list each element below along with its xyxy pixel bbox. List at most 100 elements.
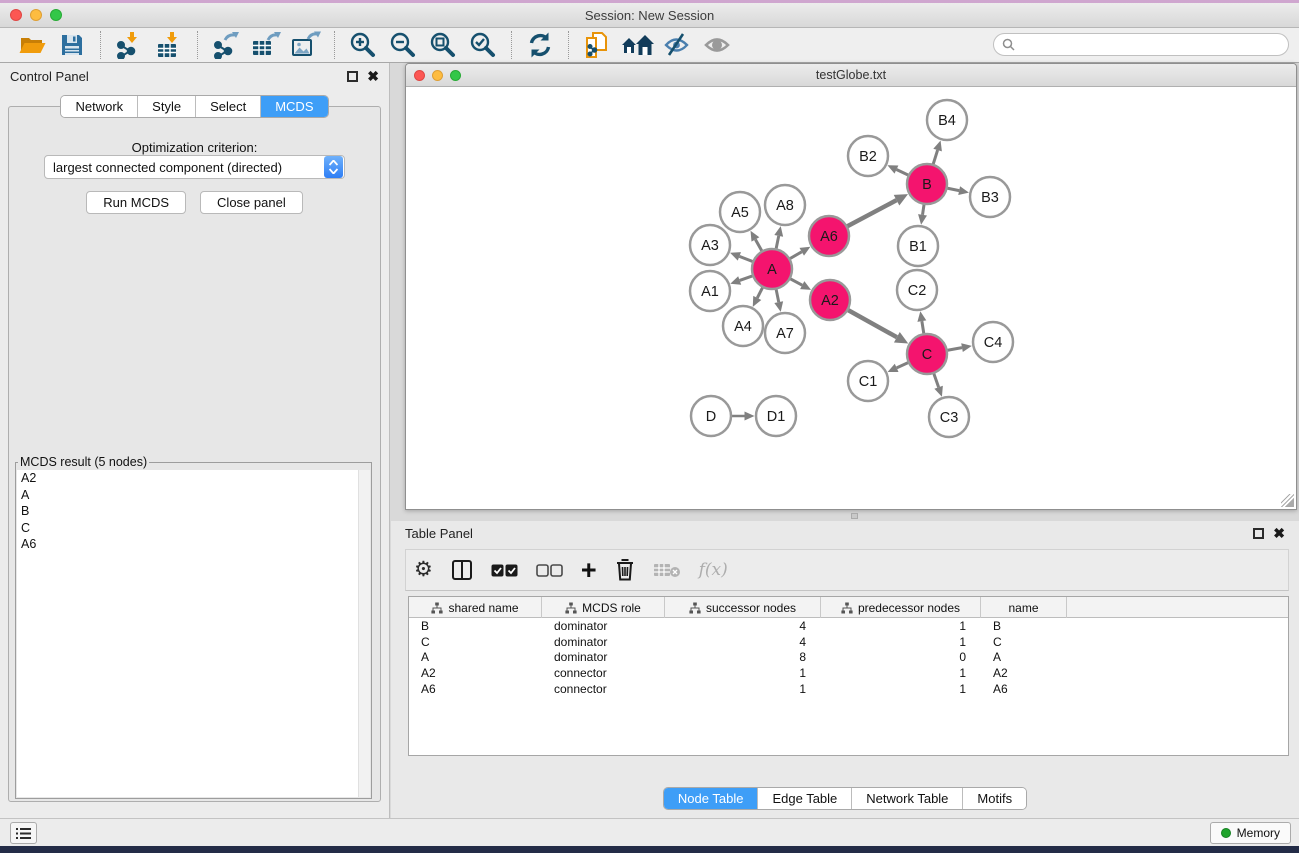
mcds-result-items: A2ABCA6: [17, 470, 370, 553]
export-image-button[interactable]: [289, 30, 323, 60]
table-row[interactable]: A6connector11A6: [409, 681, 1288, 697]
tab-style[interactable]: Style: [138, 96, 196, 117]
node-A6[interactable]: A6: [809, 216, 849, 256]
node-label: A7: [776, 326, 794, 342]
hide-selected-button[interactable]: [660, 30, 694, 60]
result-item[interactable]: C: [17, 520, 370, 537]
horizontal-splitter[interactable]: [405, 511, 1297, 521]
split-panel-button[interactable]: [451, 555, 473, 585]
add-column-button[interactable]: +: [581, 555, 597, 585]
clone-network-button[interactable]: [580, 30, 614, 60]
node-B3[interactable]: B3: [970, 177, 1010, 217]
tab-select[interactable]: Select: [196, 96, 261, 117]
refresh-view-button[interactable]: [523, 30, 557, 60]
open-session-button[interactable]: [15, 30, 49, 60]
float-table-panel-icon[interactable]: [1253, 528, 1264, 539]
export-network-button[interactable]: [209, 30, 243, 60]
column-header-name[interactable]: name: [981, 597, 1067, 618]
open-session-icon: [18, 32, 46, 58]
table-row[interactable]: Adominator80A: [409, 650, 1288, 666]
node-A3[interactable]: A3: [690, 225, 730, 265]
node-B[interactable]: B: [907, 164, 947, 204]
function-builder-button[interactable]: f(x): [699, 555, 728, 585]
optimization-criterion-label: Optimization criterion:: [9, 140, 380, 155]
node-C4[interactable]: C4: [973, 322, 1013, 362]
tab-network[interactable]: Network: [61, 96, 138, 117]
table-row[interactable]: A2connector11A2: [409, 665, 1288, 681]
column-header-successor-nodes[interactable]: successor nodes: [665, 597, 821, 618]
home-layout-button[interactable]: [620, 30, 654, 60]
table-tab-edge-table[interactable]: Edge Table: [758, 788, 852, 809]
table-tab-motifs[interactable]: Motifs: [963, 788, 1026, 809]
table-tab-network-table[interactable]: Network Table: [852, 788, 963, 809]
import-table-button[interactable]: [152, 30, 186, 60]
mcds-result-title: MCDS result (5 nodes): [18, 455, 149, 469]
zoom-selected-button[interactable]: [466, 30, 500, 60]
result-item[interactable]: A: [17, 487, 370, 504]
node-C3[interactable]: C3: [929, 397, 969, 437]
zoom-in-button[interactable]: [346, 30, 380, 60]
node-A5[interactable]: A5: [720, 192, 760, 232]
node-label: A: [767, 262, 777, 278]
float-panel-icon[interactable]: [347, 71, 358, 82]
search-input[interactable]: [1020, 35, 1288, 54]
import-network-button[interactable]: [112, 30, 146, 60]
table-panel: Table Panel ✖ ⚙: [391, 521, 1299, 818]
close-panel-icon[interactable]: ✖: [367, 71, 379, 82]
table-tab-node-table[interactable]: Node Table: [664, 788, 759, 809]
node-C2[interactable]: C2: [897, 270, 937, 310]
node-label: A1: [701, 284, 719, 300]
node-A8[interactable]: A8: [765, 185, 805, 225]
control-panel-tabs: NetworkStyleSelectMCDS: [0, 95, 389, 118]
save-session-button[interactable]: [55, 30, 89, 60]
result-item[interactable]: A6: [17, 536, 370, 553]
node-A7[interactable]: A7: [765, 313, 805, 353]
node-A1[interactable]: A1: [690, 271, 730, 311]
tab-mcds[interactable]: MCDS: [261, 96, 327, 117]
show-all-button[interactable]: [700, 30, 734, 60]
deselect-all-icon: [536, 564, 563, 577]
network-canvas[interactable]: B4 B2 B B3 A5A8A6 A3 B1 A A1 C2 A2 A4 A7 C C4 C1 C3 D D1: [406, 87, 1296, 509]
column-header-predecessor-nodes[interactable]: predecessor nodes: [821, 597, 981, 618]
node-B1[interactable]: B1: [898, 226, 938, 266]
splitter-grip[interactable]: [851, 513, 858, 519]
node-A4[interactable]: A4: [723, 306, 763, 346]
node-B2[interactable]: B2: [848, 136, 888, 176]
zoom-out-button[interactable]: [386, 30, 420, 60]
column-header-mcds-role[interactable]: MCDS role: [542, 597, 665, 618]
delete-table-button[interactable]: [653, 555, 681, 585]
node-C1[interactable]: C1: [848, 361, 888, 401]
node-B4[interactable]: B4: [927, 100, 967, 140]
node-C[interactable]: C: [907, 334, 947, 374]
result-scrollbar[interactable]: [358, 470, 370, 797]
zoom-fit-button[interactable]: [426, 30, 460, 60]
node-A2[interactable]: A2: [810, 280, 850, 320]
node-label: B: [922, 177, 932, 193]
table-settings-button[interactable]: ⚙: [414, 555, 433, 585]
task-history-button[interactable]: [10, 822, 37, 844]
deselect-all-button[interactable]: [536, 555, 563, 585]
memory-button[interactable]: Memory: [1210, 822, 1291, 844]
window-resize-grip[interactable]: [1281, 494, 1294, 507]
node-D[interactable]: D: [691, 396, 731, 436]
node-label: B4: [938, 113, 956, 129]
export-table-button[interactable]: [249, 30, 283, 60]
node-A[interactable]: A: [752, 249, 792, 289]
run-mcds-button[interactable]: Run MCDS: [86, 191, 186, 214]
result-item[interactable]: B: [17, 503, 370, 520]
table-tabs: Node TableEdge TableNetwork TableMotifs: [391, 787, 1299, 810]
table-cell-filler: [1067, 618, 1288, 634]
table-cell: 1: [821, 681, 981, 697]
result-item[interactable]: A2: [17, 470, 370, 487]
criterion-dropdown[interactable]: largest connected component (directed): [44, 155, 345, 179]
node-D1[interactable]: D1: [756, 396, 796, 436]
select-all-button[interactable]: [491, 555, 518, 585]
table-row[interactable]: Bdominator41B: [409, 618, 1288, 634]
delete-column-button[interactable]: [615, 555, 635, 585]
close-panel-button[interactable]: Close panel: [200, 191, 303, 214]
table-row[interactable]: Cdominator41C: [409, 634, 1288, 650]
close-table-panel-icon[interactable]: ✖: [1273, 528, 1285, 539]
column-header-label: predecessor nodes: [858, 601, 960, 615]
table-cell: 1: [665, 665, 821, 681]
column-header-shared-name[interactable]: shared name: [409, 597, 542, 618]
